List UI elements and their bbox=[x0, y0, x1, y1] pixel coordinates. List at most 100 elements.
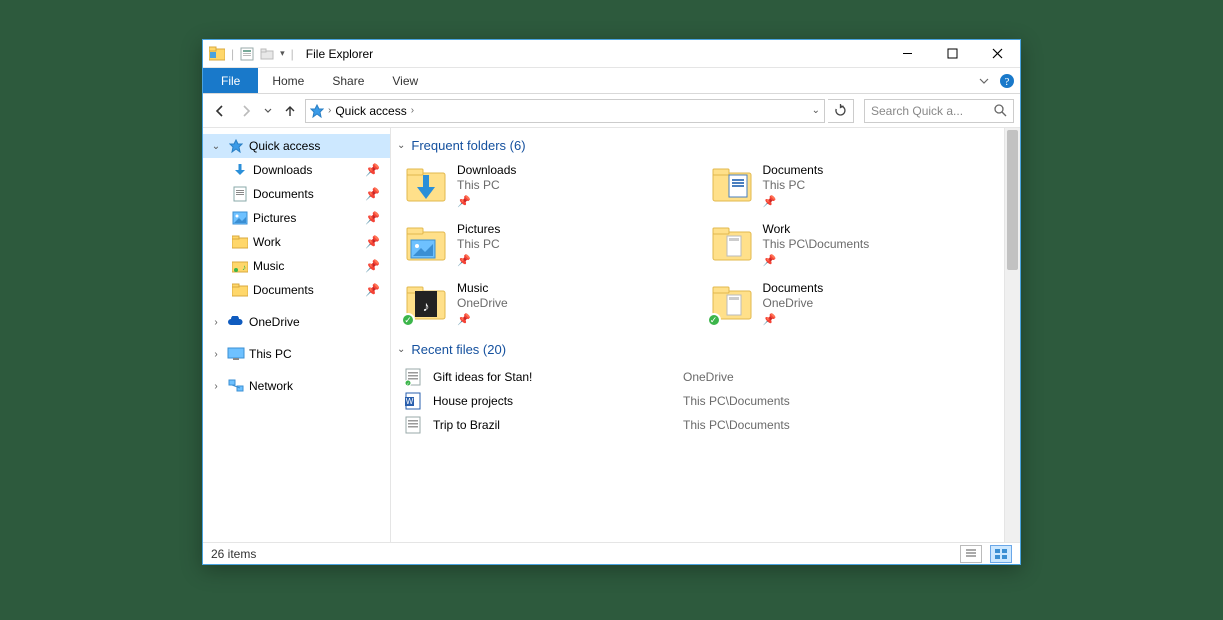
chevron-right-icon[interactable]: › bbox=[209, 315, 223, 329]
sidebar-item-label: Downloads bbox=[253, 163, 312, 177]
address-dropdown-icon[interactable]: ⌄ bbox=[812, 105, 820, 116]
sidebar-item-label: OneDrive bbox=[249, 315, 300, 329]
status-bar: 26 items bbox=[203, 542, 1020, 564]
tab-view[interactable]: View bbox=[378, 68, 432, 93]
sidebar-item-quick-access[interactable]: ⌄ Quick access bbox=[203, 134, 390, 158]
svg-text:?: ? bbox=[1005, 76, 1010, 88]
navigation-pane: ⌄ Quick access Downloads 📌 Documents 📌 bbox=[203, 128, 391, 542]
svg-text:♪: ♪ bbox=[242, 263, 246, 272]
folder-tile[interactable]: WorkThis PC\Documents📌 bbox=[711, 222, 1007, 267]
help-icon[interactable]: ? bbox=[994, 68, 1020, 93]
tab-share[interactable]: Share bbox=[318, 68, 378, 93]
sidebar-item-work[interactable]: Work 📌 bbox=[225, 230, 390, 254]
tab-home[interactable]: Home bbox=[258, 68, 318, 93]
close-button[interactable] bbox=[975, 40, 1020, 68]
chevron-right-icon[interactable]: › bbox=[328, 105, 331, 116]
folder-icon bbox=[231, 281, 249, 299]
tiles-view-button[interactable] bbox=[990, 545, 1012, 563]
pin-icon: 📌 bbox=[365, 259, 380, 273]
file-name: Trip to Brazil bbox=[433, 418, 673, 432]
properties-icon[interactable] bbox=[240, 47, 254, 61]
sidebar-item-documents-2[interactable]: Documents 📌 bbox=[225, 278, 390, 302]
download-icon bbox=[231, 161, 249, 179]
group-header-label: Recent files (20) bbox=[411, 342, 506, 357]
sidebar-item-music[interactable]: ♪ Music 📌 bbox=[225, 254, 390, 278]
qat-separator: | bbox=[231, 47, 234, 61]
back-button[interactable] bbox=[209, 99, 231, 123]
maximize-button[interactable] bbox=[930, 40, 975, 68]
address-bar[interactable]: › Quick access › ⌄ bbox=[305, 99, 825, 123]
sync-badge-icon: ✓ bbox=[401, 313, 415, 327]
group-header-recent[interactable]: ⌄ Recent files (20) bbox=[395, 338, 1010, 361]
sidebar-item-onedrive[interactable]: › OneDrive bbox=[203, 310, 390, 334]
folder-name: Documents bbox=[763, 163, 824, 177]
group-header-label: Frequent folders (6) bbox=[411, 138, 525, 153]
sidebar-item-label: This PC bbox=[249, 347, 292, 361]
chevron-down-icon[interactable]: ⌄ bbox=[397, 344, 405, 355]
file-name: Gift ideas for Stan! bbox=[433, 370, 673, 384]
sidebar-item-pictures[interactable]: Pictures 📌 bbox=[225, 206, 390, 230]
chevron-right-icon[interactable]: › bbox=[209, 347, 223, 361]
sync-badge-icon: ✓ bbox=[707, 313, 721, 327]
sidebar-item-this-pc[interactable]: › This PC bbox=[203, 342, 390, 366]
chevron-down-icon[interactable]: ⌄ bbox=[397, 140, 405, 151]
folder-icon: ✓ bbox=[711, 281, 753, 323]
cloud-icon bbox=[227, 313, 245, 331]
pin-icon: 📌 bbox=[365, 187, 380, 201]
network-icon bbox=[227, 377, 245, 395]
window-title: File Explorer bbox=[300, 47, 885, 61]
titlebar: | ▾ | File Explorer bbox=[203, 40, 1020, 68]
breadcrumb[interactable]: Quick access bbox=[335, 104, 406, 118]
pin-icon: 📌 bbox=[457, 313, 508, 326]
chevron-right-icon[interactable]: › bbox=[209, 379, 223, 393]
file-row[interactable]: WHouse projectsThis PC\Documents bbox=[405, 389, 1008, 413]
sidebar-item-downloads[interactable]: Downloads 📌 bbox=[225, 158, 390, 182]
file-tab[interactable]: File bbox=[203, 68, 258, 93]
scrollbar-thumb[interactable] bbox=[1007, 130, 1018, 270]
qat-dropdown-icon[interactable]: ▾ bbox=[280, 48, 285, 59]
svg-text:W: W bbox=[406, 397, 414, 406]
chevron-right-icon[interactable]: › bbox=[411, 105, 414, 116]
chevron-down-icon[interactable]: ⌄ bbox=[209, 139, 223, 153]
folder-name: Downloads bbox=[457, 163, 516, 177]
file-location: This PC\Documents bbox=[683, 394, 790, 408]
group-header-frequent[interactable]: ⌄ Frequent folders (6) bbox=[395, 134, 1010, 157]
pin-icon: 📌 bbox=[365, 163, 380, 177]
minimize-button[interactable] bbox=[885, 40, 930, 68]
up-button[interactable] bbox=[279, 99, 301, 123]
forward-button[interactable] bbox=[235, 99, 257, 123]
folder-location: This PC bbox=[763, 178, 824, 192]
folder-location: This PC bbox=[457, 237, 500, 251]
file-row[interactable]: ✓ Gift ideas for Stan! OneDrive bbox=[405, 365, 1008, 389]
picture-icon bbox=[231, 209, 249, 227]
file-icon: ✓ bbox=[405, 368, 423, 386]
folder-tile[interactable]: DocumentsThis PC 📌 bbox=[711, 163, 1007, 208]
sidebar-item-network[interactable]: › Network bbox=[203, 374, 390, 398]
folder-icon bbox=[231, 233, 249, 251]
star-icon bbox=[227, 137, 245, 155]
search-icon bbox=[994, 104, 1007, 117]
folder-name: Music bbox=[457, 281, 508, 295]
folder-tile[interactable]: PicturesThis PC📌 bbox=[405, 222, 701, 267]
ribbon-collapse-icon[interactable] bbox=[974, 68, 994, 93]
details-view-button[interactable] bbox=[960, 545, 982, 563]
sidebar-item-documents[interactable]: Documents 📌 bbox=[225, 182, 390, 206]
refresh-button[interactable] bbox=[828, 99, 854, 123]
file-row[interactable]: Trip to BrazilThis PC\Documents bbox=[405, 413, 1008, 437]
file-icon: W bbox=[405, 392, 423, 410]
pin-icon: 📌 bbox=[763, 195, 824, 208]
folder-tile[interactable]: ♪✓MusicOneDrive📌 bbox=[405, 281, 701, 326]
new-folder-icon[interactable] bbox=[260, 47, 274, 61]
folder-tile[interactable]: ✓DocumentsOneDrive📌 bbox=[711, 281, 1007, 326]
pin-icon: 📌 bbox=[457, 195, 516, 208]
search-placeholder: Search Quick a... bbox=[871, 104, 963, 118]
music-icon: ♪ bbox=[231, 257, 249, 275]
folder-tile[interactable]: DownloadsThis PC📌 bbox=[405, 163, 701, 208]
monitor-icon bbox=[227, 345, 245, 363]
search-input[interactable]: Search Quick a... bbox=[864, 99, 1014, 123]
navigation-bar: › Quick access › ⌄ Search Quick a... bbox=[203, 94, 1020, 128]
sidebar-item-label: Music bbox=[253, 259, 284, 273]
recent-locations-button[interactable] bbox=[261, 99, 275, 123]
file-location: OneDrive bbox=[683, 370, 734, 384]
vertical-scrollbar[interactable] bbox=[1004, 128, 1020, 542]
